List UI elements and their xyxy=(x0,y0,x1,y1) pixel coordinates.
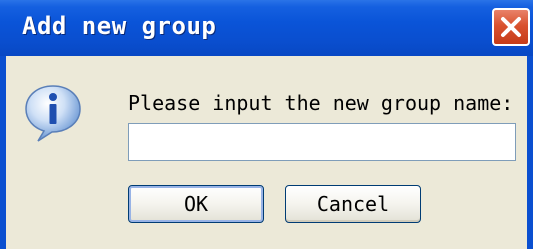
window-title: Add new group xyxy=(22,12,217,40)
prompt-label: Please input the new group name: xyxy=(128,91,514,115)
ok-button[interactable]: OK xyxy=(128,185,264,223)
close-icon xyxy=(501,17,521,37)
info-icon xyxy=(25,85,81,142)
group-name-input[interactable] xyxy=(128,123,516,161)
cancel-button[interactable]: Cancel xyxy=(285,185,421,223)
window-frame-right xyxy=(527,56,533,249)
add-group-dialog: Add new group Please input the new group… xyxy=(0,0,533,249)
close-button[interactable] xyxy=(492,8,530,46)
window-frame-left xyxy=(0,56,6,249)
title-bar[interactable]: Add new group xyxy=(0,0,533,56)
